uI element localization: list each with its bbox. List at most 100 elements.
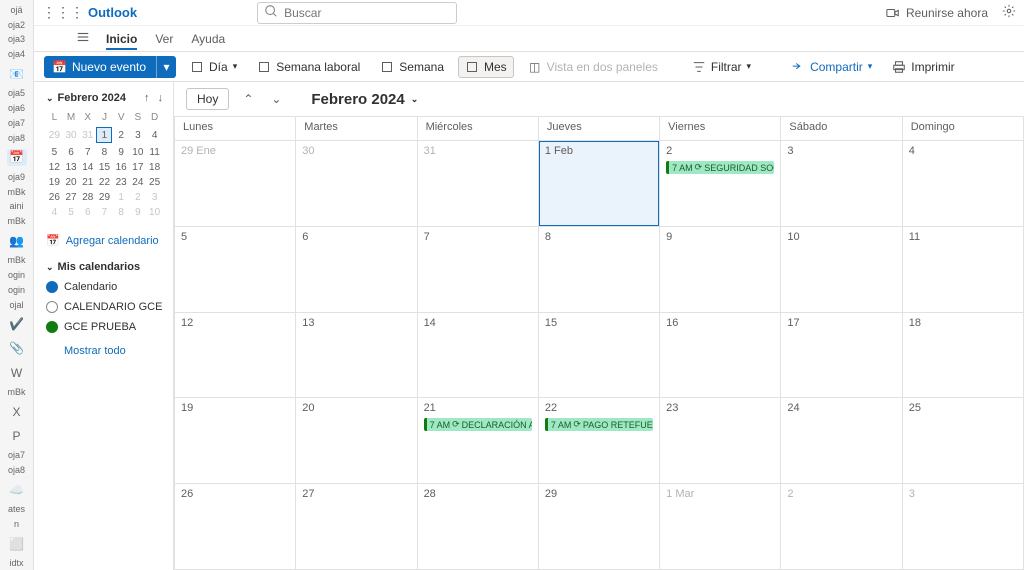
rail-app-icon[interactable]: W (7, 364, 27, 381)
mini-day[interactable]: 12 (46, 160, 63, 175)
calendar-event[interactable]: 7 AM⟳SEGURIDAD SOCIAL ENER (666, 161, 774, 174)
mini-day[interactable]: 27 (63, 190, 80, 205)
view-day-button[interactable]: Día▾ (184, 57, 243, 77)
prev-month-button[interactable]: ⌃ (239, 92, 257, 106)
day-cell[interactable]: 10 (781, 227, 902, 313)
calendar-event[interactable]: 7 AM⟳DECLARACIÓN ANUAL CO (424, 418, 532, 431)
mini-day[interactable]: 26 (46, 190, 63, 205)
mini-day[interactable]: 19 (46, 175, 63, 190)
calendar-event[interactable]: 7 AM⟳PAGO RETEFUENTE ENERO (545, 418, 653, 431)
day-cell[interactable]: 3 (903, 484, 1024, 570)
menu-icon[interactable] (76, 30, 90, 47)
mini-day[interactable]: 18 (146, 160, 163, 175)
day-cell[interactable]: 12 (175, 313, 296, 399)
day-cell[interactable]: 26 (175, 484, 296, 570)
rail-item[interactable]: mBk (2, 185, 32, 199)
mini-day[interactable]: 20 (63, 175, 80, 190)
mini-day[interactable]: 6 (63, 145, 80, 160)
rail-item[interactable]: ojal (2, 298, 32, 312)
mini-day[interactable]: 3 (146, 190, 163, 205)
mini-day[interactable]: 7 (96, 205, 113, 220)
rail-app-icon[interactable]: P (7, 427, 27, 444)
rail-item[interactable]: idtx (2, 556, 32, 570)
day-cell[interactable]: 27 AM⟳SEGURIDAD SOCIAL ENER (660, 141, 781, 227)
day-cell[interactable]: 1 Feb (539, 141, 660, 227)
filter-button[interactable]: Filtrar▾ (686, 57, 757, 77)
day-cell[interactable]: 17 (781, 313, 902, 399)
mini-day[interactable]: 9 (130, 205, 147, 220)
mini-day[interactable]: 28 (79, 190, 96, 205)
day-cell[interactable]: 25 (903, 398, 1024, 484)
day-cell[interactable]: 13 (296, 313, 417, 399)
mini-day[interactable]: 3 (130, 125, 147, 145)
day-cell[interactable]: 28 (418, 484, 539, 570)
day-cell[interactable]: 15 (539, 313, 660, 399)
search-input[interactable] (284, 6, 450, 20)
show-all-button[interactable]: Mostrar todo (64, 345, 163, 357)
rail-item[interactable]: oja5 (2, 86, 32, 100)
day-cell[interactable]: 9 (660, 227, 781, 313)
mini-day[interactable]: 4 (46, 205, 63, 220)
tab-inicio[interactable]: Inicio (106, 28, 137, 50)
mini-day[interactable]: 7 (79, 145, 96, 160)
rail-app-icon[interactable]: 📅 (7, 149, 27, 166)
mini-day[interactable]: 2 (113, 125, 130, 145)
calendar-item[interactable]: CALENDARIO GCE (46, 301, 163, 313)
mini-day[interactable]: 23 (113, 175, 130, 190)
rail-item[interactable]: oja7 (2, 449, 32, 463)
mini-day[interactable]: 2 (130, 190, 147, 205)
mini-day[interactable]: 31 (79, 125, 96, 145)
search-box[interactable] (257, 2, 457, 24)
chevron-down-icon[interactable]: ⌄ (46, 93, 54, 104)
day-cell[interactable]: 7 (418, 227, 539, 313)
mini-day[interactable]: 25 (146, 175, 163, 190)
view-week-button[interactable]: Semana (374, 57, 450, 77)
rail-app-icon[interactable]: ☁️ (7, 481, 27, 498)
mini-day[interactable]: 11 (146, 145, 163, 160)
mini-day[interactable]: 14 (79, 160, 96, 175)
day-cell[interactable]: 31 (418, 141, 539, 227)
rail-item[interactable]: n (2, 517, 32, 531)
mini-day[interactable]: 13 (63, 160, 80, 175)
day-cell[interactable]: 29 (539, 484, 660, 570)
new-event-button[interactable]: 📅Nuevo evento ▾ (44, 56, 176, 78)
day-cell[interactable]: 14 (418, 313, 539, 399)
rail-item[interactable]: mBk (2, 385, 32, 399)
day-cell[interactable]: 30 (296, 141, 417, 227)
rail-item[interactable]: oja8 (2, 463, 32, 477)
mini-cal-next[interactable]: ↓ (158, 92, 164, 104)
tab-ayuda[interactable]: Ayuda (191, 28, 225, 50)
mini-day[interactable]: 10 (146, 205, 163, 220)
mini-day[interactable]: 1 (113, 190, 130, 205)
rail-app-icon[interactable]: ⬜ (7, 535, 27, 552)
rail-app-icon[interactable]: ✔️ (7, 316, 27, 333)
mini-day[interactable]: 5 (46, 145, 63, 160)
day-cell[interactable]: 16 (660, 313, 781, 399)
new-event-dropdown[interactable]: ▾ (156, 56, 176, 78)
day-cell[interactable]: 5 (175, 227, 296, 313)
mini-day[interactable]: 8 (113, 205, 130, 220)
mini-day[interactable]: 29 (46, 125, 63, 145)
my-calendars-section[interactable]: ⌄ Mis calendarios (46, 261, 163, 273)
day-cell[interactable]: 227 AM⟳PAGO RETEFUENTE ENERO (539, 398, 660, 484)
mini-day[interactable]: 21 (79, 175, 96, 190)
calendar-item[interactable]: Calendario (46, 281, 163, 293)
day-cell[interactable]: 19 (175, 398, 296, 484)
add-calendar-button[interactable]: 📅 Agregar calendario (46, 234, 163, 247)
mini-day[interactable]: 1 (96, 125, 113, 145)
rail-app-icon[interactable]: 👥 (7, 232, 27, 249)
rail-item[interactable]: oja6 (2, 101, 32, 115)
rail-item[interactable]: ates (2, 502, 32, 516)
rail-item[interactable]: oja9 (2, 170, 32, 184)
view-workweek-button[interactable]: Semana laboral (251, 57, 366, 77)
calendar-item[interactable]: GCE PRUEBA (46, 321, 163, 333)
day-cell[interactable]: 4 (903, 141, 1024, 227)
day-cell[interactable]: 18 (903, 313, 1024, 399)
print-button[interactable]: Imprimir (886, 57, 960, 77)
view-month-button[interactable]: Mes (458, 56, 514, 78)
rail-item[interactable]: ogin (2, 283, 32, 297)
day-cell[interactable]: 11 (903, 227, 1024, 313)
day-cell[interactable]: 2 (781, 484, 902, 570)
day-cell[interactable]: 217 AM⟳DECLARACIÓN ANUAL CO (418, 398, 539, 484)
day-cell[interactable]: 23 (660, 398, 781, 484)
